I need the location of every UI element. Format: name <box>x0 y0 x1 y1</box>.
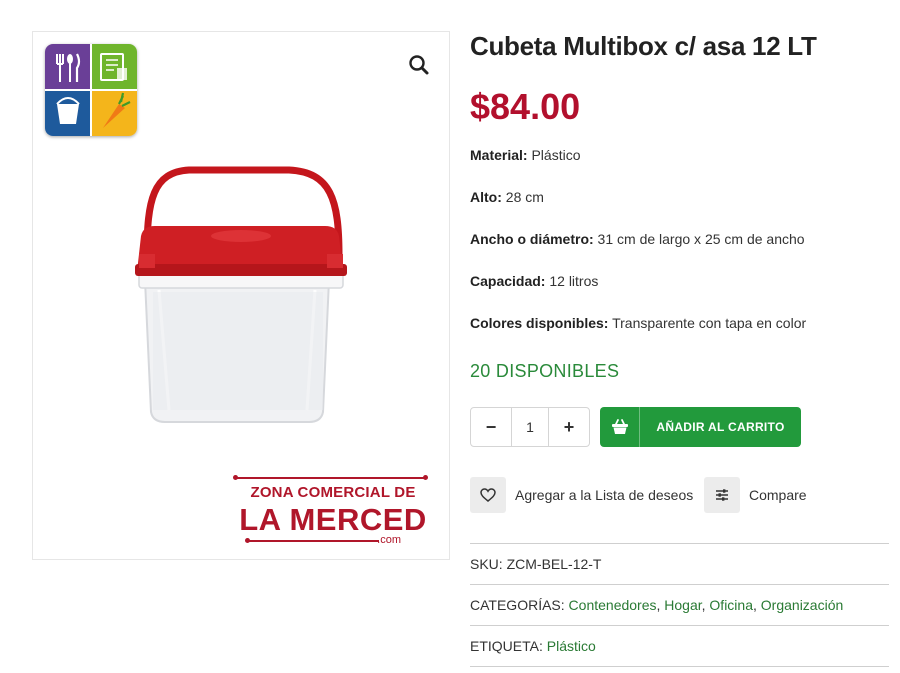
attribute-value: Transparente con tapa en color <box>608 315 807 331</box>
attribute-capacity: Capacidad: 12 litros <box>470 273 598 289</box>
sku-value: ZCM-BEL-12-T <box>502 556 602 572</box>
category-link[interactable]: Contenedores <box>569 597 657 613</box>
quantity-input[interactable] <box>511 408 549 446</box>
attribute-label: Ancho o diámetro: <box>470 231 594 247</box>
attribute-label: Colores disponibles: <box>470 315 609 331</box>
zoom-button[interactable] <box>406 52 432 78</box>
category-link[interactable]: Organización <box>761 597 844 613</box>
attribute-value: 28 cm <box>501 189 544 205</box>
sku-row: SKU: ZCM-BEL-12-T <box>470 556 601 572</box>
store-logo-tiles <box>45 44 137 136</box>
categories-label: CATEGORÍAS: <box>470 597 565 613</box>
categories-row: CATEGORÍAS: Contenedores, Hogar, Oficina… <box>470 597 844 613</box>
brand-watermark: ZONA COMERCIAL DE LA MERCED .com <box>233 472 433 548</box>
quantity-increase-button[interactable]: + <box>549 408 589 446</box>
add-to-cart-label: AÑADIR AL CARRITO <box>656 420 785 434</box>
attribute-material: Material: Plástico <box>470 147 581 163</box>
compare-label: Compare <box>749 487 807 503</box>
add-to-cart-button[interactable]: AÑADIR AL CARRITO <box>600 407 801 447</box>
divider <box>470 625 889 626</box>
product-image <box>129 160 355 430</box>
quantity-decrease-button[interactable]: − <box>471 408 511 446</box>
attribute-colors: Colores disponibles: Transparente con ta… <box>470 315 806 331</box>
wishlist-label: Agregar a la Lista de deseos <box>515 487 694 503</box>
brand-line-3: .com <box>377 534 401 546</box>
divider <box>470 543 889 544</box>
product-gallery: ZONA COMERCIAL DE LA MERCED .com <box>32 31 450 560</box>
divider <box>470 584 889 585</box>
basket-icon <box>600 407 640 447</box>
attribute-label: Capacidad: <box>470 273 546 289</box>
attribute-value: Plástico <box>527 147 581 163</box>
tag-label: ETIQUETA: <box>470 638 543 654</box>
sku-label: SKU: <box>470 556 503 572</box>
quantity-stepper: − + <box>470 407 590 447</box>
tag-row: ETIQUETA: Plástico <box>470 638 596 654</box>
compare-button[interactable]: Compare <box>704 477 807 513</box>
brand-line-2: LA MERCED <box>239 502 427 537</box>
product-title: Cubeta Multibox c/ asa 12 LT <box>470 31 817 61</box>
attribute-value: 12 litros <box>545 273 599 289</box>
attribute-label: Material: <box>470 147 528 163</box>
heart-icon <box>470 477 506 513</box>
add-to-wishlist-button[interactable]: Agregar a la Lista de deseos <box>470 477 693 513</box>
category-link[interactable]: Hogar <box>664 597 701 613</box>
magnifier-icon <box>409 55 429 75</box>
attribute-value: 31 cm de largo x 25 cm de ancho <box>593 231 805 247</box>
sliders-icon <box>704 477 740 513</box>
tag-link[interactable]: Plástico <box>547 638 596 654</box>
attribute-label: Alto: <box>470 189 502 205</box>
category-link[interactable]: Oficina <box>709 597 753 613</box>
divider <box>470 666 889 667</box>
attribute-width: Ancho o diámetro: 31 cm de largo x 25 cm… <box>470 231 805 247</box>
product-price: $84.00 <box>470 86 581 127</box>
attribute-height: Alto: 28 cm <box>470 189 544 205</box>
brand-line-1: ZONA COMERCIAL DE <box>250 484 416 501</box>
stock-status: 20 DISPONIBLES <box>470 361 620 381</box>
